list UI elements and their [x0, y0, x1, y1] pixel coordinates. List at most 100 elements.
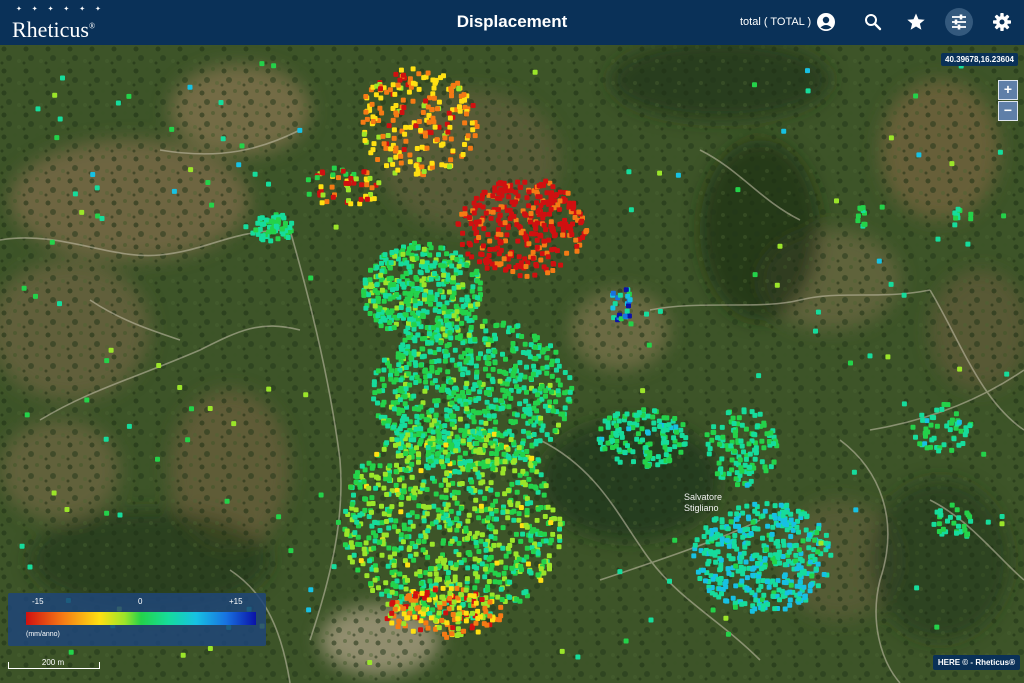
displacement-point[interactable]	[522, 407, 528, 412]
displacement-point[interactable]	[420, 110, 426, 115]
displacement-point[interactable]	[624, 308, 630, 314]
displacement-point[interactable]	[488, 480, 494, 486]
displacement-point[interactable]	[460, 282, 466, 288]
displacement-point[interactable]	[748, 531, 754, 536]
displacement-point[interactable]	[788, 534, 794, 539]
displacement-point[interactable]	[454, 527, 460, 533]
displacement-point[interactable]	[631, 459, 636, 465]
displacement-point[interactable]	[399, 110, 405, 115]
displacement-point[interactable]	[398, 305, 404, 310]
displacement-point[interactable]	[438, 245, 444, 251]
displacement-point[interactable]	[949, 420, 954, 426]
displacement-point[interactable]	[388, 260, 394, 266]
displacement-point[interactable]	[353, 176, 359, 182]
displacement-point[interactable]	[429, 541, 435, 547]
displacement-point[interactable]	[770, 593, 776, 599]
displacement-point[interactable]	[490, 209, 496, 215]
displacement-point[interactable]	[505, 488, 511, 493]
displacement-point[interactable]	[936, 521, 942, 527]
displacement-point[interactable]	[331, 564, 337, 570]
displacement-point[interactable]	[450, 625, 456, 631]
displacement-point[interactable]	[401, 483, 407, 489]
displacement-point[interactable]	[522, 457, 528, 462]
displacement-point[interactable]	[414, 514, 420, 520]
displacement-point[interactable]	[981, 451, 987, 457]
displacement-point[interactable]	[253, 227, 259, 233]
displacement-point[interactable]	[447, 115, 453, 121]
displacement-point[interactable]	[359, 463, 365, 469]
displacement-point[interactable]	[640, 388, 646, 394]
displacement-point[interactable]	[544, 432, 550, 438]
displacement-point[interactable]	[407, 152, 413, 158]
displacement-point[interactable]	[628, 207, 634, 213]
displacement-point[interactable]	[755, 511, 761, 517]
displacement-point[interactable]	[495, 594, 501, 600]
displacement-point[interactable]	[725, 410, 731, 416]
displacement-point[interactable]	[751, 565, 757, 571]
displacement-point[interactable]	[429, 359, 435, 365]
displacement-point[interactable]	[557, 534, 562, 540]
displacement-point[interactable]	[738, 564, 744, 570]
displacement-point[interactable]	[719, 591, 724, 597]
displacement-point[interactable]	[487, 247, 493, 252]
displacement-point[interactable]	[910, 424, 916, 430]
displacement-point[interactable]	[564, 250, 570, 256]
displacement-point[interactable]	[425, 104, 431, 110]
displacement-point[interactable]	[551, 246, 557, 252]
displacement-point[interactable]	[534, 244, 540, 250]
displacement-point[interactable]	[771, 459, 777, 465]
displacement-point[interactable]	[491, 542, 497, 548]
displacement-point[interactable]	[486, 579, 492, 584]
displacement-point[interactable]	[507, 499, 513, 505]
displacement-point[interactable]	[394, 462, 399, 468]
displacement-point[interactable]	[923, 433, 928, 439]
displacement-point[interactable]	[725, 566, 731, 572]
displacement-point[interactable]	[383, 145, 389, 151]
displacement-point[interactable]	[413, 362, 419, 368]
displacement-point[interactable]	[517, 185, 523, 190]
user-icon[interactable]	[812, 8, 840, 36]
displacement-point[interactable]	[477, 389, 483, 395]
displacement-point[interactable]	[348, 201, 354, 207]
displacement-point[interactable]	[784, 509, 789, 515]
displacement-point[interactable]	[385, 423, 391, 429]
displacement-point[interactable]	[818, 540, 824, 546]
displacement-point[interactable]	[405, 325, 411, 331]
displacement-point[interactable]	[417, 269, 423, 275]
displacement-point[interactable]	[531, 527, 537, 533]
displacement-point[interactable]	[782, 606, 788, 612]
displacement-point[interactable]	[623, 638, 629, 644]
displacement-point[interactable]	[399, 495, 405, 500]
displacement-point[interactable]	[424, 589, 430, 595]
displacement-point[interactable]	[370, 588, 376, 593]
displacement-point[interactable]	[414, 276, 420, 282]
displacement-point[interactable]	[528, 211, 534, 216]
displacement-point[interactable]	[812, 537, 818, 543]
displacement-point[interactable]	[420, 400, 426, 406]
displacement-point[interactable]	[409, 244, 414, 250]
displacement-point[interactable]	[418, 439, 423, 445]
displacement-point[interactable]	[365, 292, 371, 298]
displacement-point[interactable]	[781, 579, 787, 585]
displacement-point[interactable]	[470, 428, 476, 434]
displacement-point[interactable]	[476, 549, 482, 554]
displacement-point[interactable]	[800, 569, 806, 575]
displacement-point[interactable]	[361, 169, 367, 175]
displacement-point[interactable]	[446, 322, 452, 328]
displacement-point[interactable]	[379, 503, 384, 509]
displacement-point[interactable]	[924, 418, 930, 424]
displacement-point[interactable]	[501, 451, 507, 457]
displacement-point[interactable]	[366, 501, 372, 507]
displacement-point[interactable]	[556, 206, 562, 212]
displacement-point[interactable]	[462, 460, 467, 466]
displacement-point[interactable]	[434, 292, 440, 298]
displacement-point[interactable]	[463, 618, 469, 624]
displacement-point[interactable]	[733, 563, 739, 569]
displacement-point[interactable]	[455, 626, 461, 632]
displacement-point[interactable]	[557, 516, 563, 522]
displacement-point[interactable]	[744, 482, 750, 488]
displacement-point[interactable]	[478, 538, 484, 544]
displacement-point[interactable]	[413, 426, 419, 432]
displacement-point[interactable]	[405, 442, 411, 448]
displacement-point[interactable]	[851, 469, 857, 475]
